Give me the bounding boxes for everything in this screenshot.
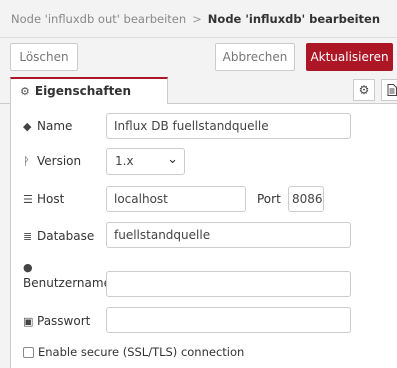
name-label: ◆ Name [23,119,73,133]
username-icon-label: ● [23,260,37,274]
update-button[interactable]: Aktualisieren [306,43,393,71]
chevron-down-icon: ⌄ [167,152,178,167]
breadcrumb: Node 'influxdb out' bearbeiten > Node 'inf… [0,0,397,38]
server-icon: ☰ [23,193,33,206]
ssl-checkbox-label[interactable]: Enable secure (SSL/TLS) connection [38,345,244,359]
port-label: Port [257,192,281,206]
cancel-button[interactable]: Abbrechen [215,43,295,71]
database-icon: ≣ [23,230,33,243]
username-input[interactable] [106,271,351,297]
breadcrumb-separator: > [192,12,202,26]
delete-button[interactable]: Löschen [10,43,78,71]
ssl-checkbox[interactable] [23,347,34,358]
password-input[interactable] [106,307,351,333]
tab-bar: ⚙ Eigenschaften ⚙ [0,75,397,105]
breadcrumb-parent-link[interactable]: Node 'influxdb out' bearbeiten [11,12,186,26]
name-input[interactable]: Influx DB fuellstandquelle [106,113,351,139]
gear-icon: ⚙ [20,85,30,98]
tag-icon: ◆ [23,120,32,133]
branch-icon: ᚹ [23,155,30,168]
gear-icon: ⚙ [358,83,370,97]
settings-tab-button[interactable]: ⚙ [353,79,375,101]
port-input[interactable]: 8086 [288,186,324,212]
tab-properties[interactable]: ⚙ Eigenschaften [10,77,168,105]
user-icon: ● [23,261,33,274]
host-label: ☰ Host [23,192,65,206]
breadcrumb-current: Node 'influxdb' bearbeiten [207,12,381,26]
host-input[interactable]: localhost [106,186,246,212]
file-text-icon [387,84,397,96]
properties-panel: ◆ Name Influx DB fuellstandquelle ᚹ Versio… [10,104,397,368]
description-tab-button[interactable] [381,79,397,101]
version-select[interactable]: 1.x ⌄ [106,148,185,175]
database-input[interactable]: fuellstandquelle [106,222,351,248]
tray-toolbar: Löschen Abbrechen Aktualisieren [0,38,397,75]
tab-properties-label: Eigenschaften [34,84,131,98]
database-label: ≣ Database [23,229,95,243]
username-label: Benutzername [23,276,111,290]
version-label: ᚹ Version [23,154,82,168]
lock-icon: ▣ [23,315,34,328]
password-label: ▣ Passwort [23,314,91,328]
